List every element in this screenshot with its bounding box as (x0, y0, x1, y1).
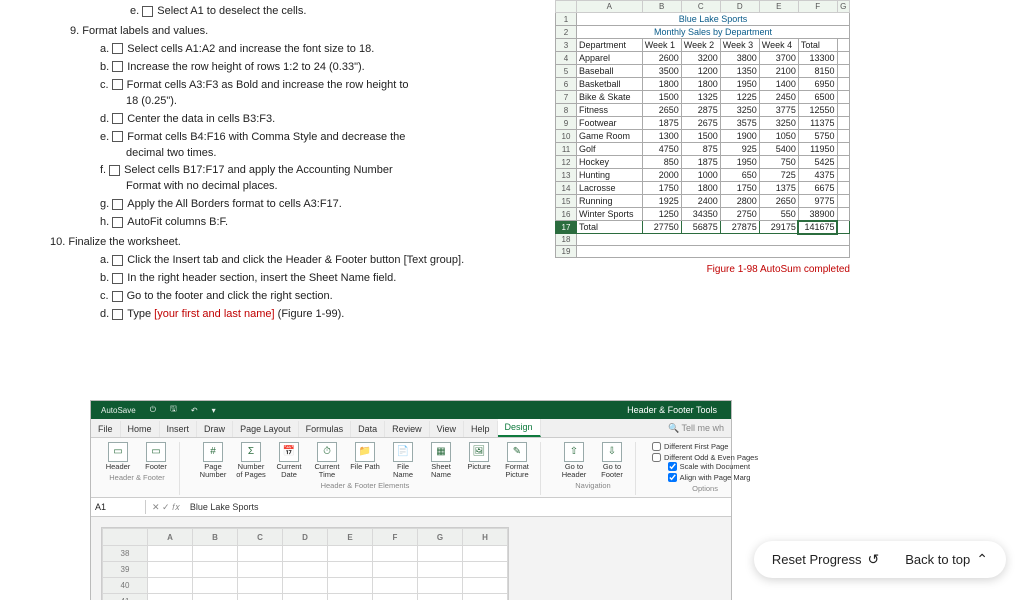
group-elements: #Page NumberΣNumber of Pages📅Current Dat… (190, 442, 541, 495)
name-box[interactable]: A1 (91, 500, 146, 514)
element-button[interactable]: ΣNumber of Pages (234, 442, 268, 479)
element-button[interactable]: ✎Format Picture (500, 442, 534, 479)
ribbon-tab[interactable]: Review (385, 421, 430, 437)
element-button[interactable]: 📅Current Date (272, 442, 306, 479)
ribbon-tab[interactable]: Insert (160, 421, 198, 437)
ribbon-tab[interactable]: View (430, 421, 464, 437)
goto-header-button[interactable]: ⇧Go to Header (557, 442, 591, 479)
back-to-top-button[interactable]: Back to top ⌃ (905, 551, 988, 568)
ribbon-tab[interactable]: Home (121, 421, 160, 437)
chevron-up-icon: ⌃ (976, 551, 988, 568)
ribbon-tab-design[interactable]: Design (498, 419, 541, 437)
opt-diff-first[interactable]: Different First Page (652, 442, 758, 451)
group-options: Different First Page Different Odd & Eve… (646, 442, 764, 495)
floating-actions: Reset Progress ↺ Back to top ⌃ (754, 541, 1006, 578)
fx-icon[interactable]: ✕ ✓ 𝑓𝑥 (146, 500, 186, 515)
ribbon-tab[interactable]: File (91, 421, 121, 437)
group-header-footer: ▭Header ▭Footer Header & Footer (95, 442, 180, 495)
worksheet-grid[interactable]: ABCDEFGH3839404142434445 (101, 527, 509, 600)
element-button[interactable]: 📁File Path (348, 442, 382, 471)
instruction-text: e. Select A1 to deselect the cells. 9. F… (70, 2, 550, 325)
quick-access-toolbar: AutoSave⏻🖫↶▾ Header & Footer Tools (91, 401, 731, 419)
group-navigation: ⇧Go to Header ⇩Go to Footer Navigation (551, 442, 636, 495)
opt-align[interactable]: Align with Page Marg (668, 473, 751, 482)
excel-window: AutoSave⏻🖫↶▾ Header & Footer Tools FileH… (90, 400, 732, 600)
ribbon-tab[interactable]: Draw (197, 421, 233, 437)
ribbon-tab[interactable]: Data (351, 421, 385, 437)
reset-progress-button[interactable]: Reset Progress ↺ (772, 551, 879, 568)
worksheet-preview: ABCDEFG1Blue Lake Sports2Monthly Sales b… (555, 0, 850, 275)
ribbon-tabs: FileHomeInsertDrawPage LayoutFormulasDat… (91, 419, 731, 438)
tell-me[interactable]: 🔍 Tell me wh (661, 420, 731, 437)
ribbon-tab[interactable]: Formulas (299, 421, 352, 437)
step-10-heading: 10. Finalize the worksheet. (50, 235, 550, 251)
header-button[interactable]: ▭Header (101, 442, 135, 471)
opt-diff-oddeven[interactable]: Different Odd & Even Pages (652, 453, 758, 462)
opt-scale[interactable]: Scale with Document (668, 462, 751, 471)
figure-caption: Figure 1-98 AutoSum completed (555, 264, 850, 275)
formula-bar: A1 ✕ ✓ 𝑓𝑥 Blue Lake Sports (91, 498, 731, 517)
element-button[interactable]: ⏱Current Time (310, 442, 344, 479)
goto-footer-button[interactable]: ⇩Go to Footer (595, 442, 629, 479)
element-button[interactable]: 📄File Name (386, 442, 420, 479)
ribbon-body: ▭Header ▭Footer Header & Footer #Page Nu… (91, 438, 731, 498)
formula-value[interactable]: Blue Lake Sports (186, 500, 263, 514)
step-9-heading: 9. Format labels and values. (70, 24, 550, 40)
ribbon-tab[interactable]: Help (464, 421, 498, 437)
element-button[interactable]: ▦Sheet Name (424, 442, 458, 479)
footer-button[interactable]: ▭Footer (139, 442, 173, 471)
reset-icon: ↺ (867, 551, 879, 568)
element-button[interactable]: #Page Number (196, 442, 230, 479)
element-button[interactable]: 🖼Picture (462, 442, 496, 471)
ribbon-tab[interactable]: Page Layout (233, 421, 299, 437)
contextual-tab-title: Header & Footer Tools (619, 402, 725, 418)
